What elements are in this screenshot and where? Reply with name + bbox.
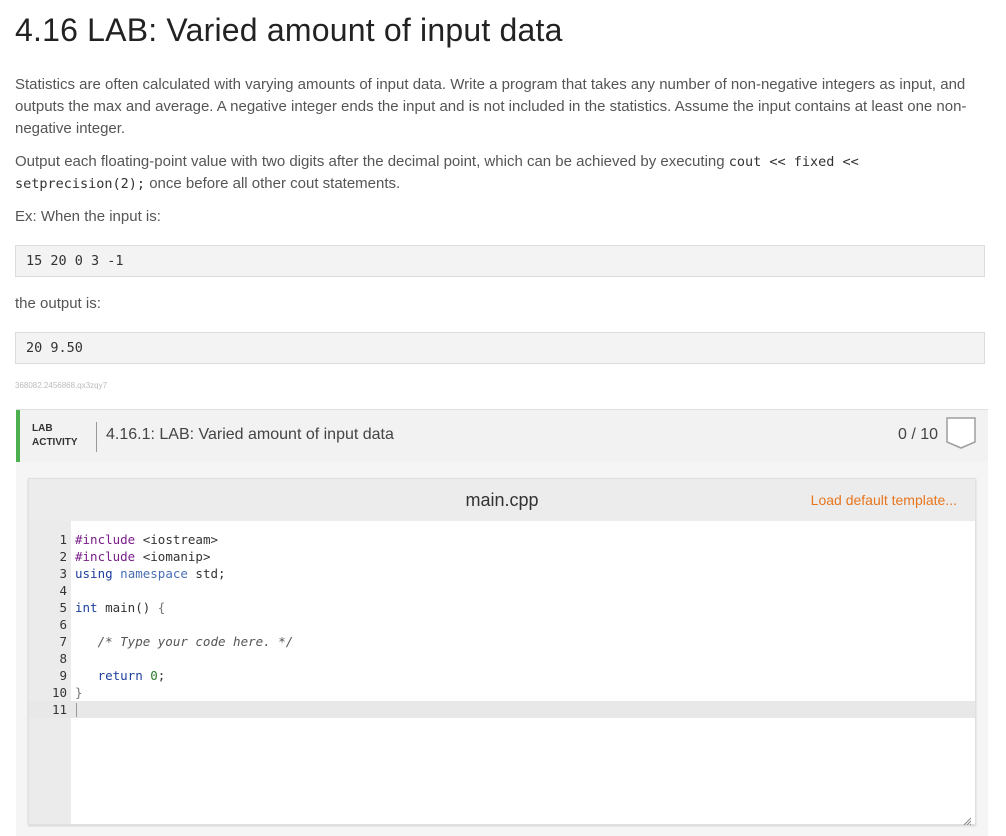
problem-description: Statistics are often calculated with var… <box>15 76 967 137</box>
code-editor[interactable]: main.cpp Load default template... 1 #incl… <box>28 478 976 826</box>
output-intro: the output is: <box>15 295 101 312</box>
code-text[interactable]: using namespace std; <box>75 565 226 582</box>
code-line-active[interactable]: 11 <box>29 701 975 718</box>
tracking-id: 368082.2456868.qx3zqy7 <box>15 381 108 390</box>
code-text[interactable]: #include <iomanip> <box>75 548 210 565</box>
line-number: 4 <box>59 583 67 598</box>
code-line[interactable]: 8 <box>29 650 975 667</box>
code-token: main() <box>97 600 158 615</box>
example-output-box: 20 9.50 <box>15 332 985 364</box>
lab-header: LAB ACTIVITY 4.16.1: LAB: Varied amount … <box>16 410 988 462</box>
lab-score: 0 / 10 <box>897 426 938 443</box>
code-lines[interactable]: 1 #include <iostream> 2 #include <iomanip>… <box>29 531 975 718</box>
lab-tag-line1: LAB <box>32 423 53 434</box>
example-input-box: 15 20 0 3 -1 <box>15 245 985 277</box>
lab-activity: LAB ACTIVITY 4.16.1: LAB: Varied amount … <box>16 409 988 836</box>
line-number: 3 <box>59 566 67 581</box>
text-cursor <box>76 703 77 717</box>
line-number: 5 <box>59 600 67 615</box>
line-number: 2 <box>59 549 67 564</box>
code-token: <iomanip> <box>135 549 211 564</box>
code-line[interactable]: 6 <box>29 616 975 633</box>
completion-badge-icon <box>945 416 977 450</box>
code-token: #include <box>75 549 136 564</box>
line-number: 11 <box>51 702 67 717</box>
code-token: std; <box>187 566 226 581</box>
code-line[interactable]: 5 int main() { <box>29 599 975 616</box>
lab-header-divider <box>96 422 97 452</box>
line-number: 6 <box>59 617 67 632</box>
code-token: return <box>75 668 151 683</box>
output-note-prefix: Output each floating-point value with tw… <box>15 153 729 170</box>
code-line[interactable]: 2 #include <iomanip> <box>29 548 975 565</box>
code-line[interactable]: 4 <box>29 582 975 599</box>
code-token: 0 <box>150 668 158 683</box>
page: 4.16 LAB: Varied amount of input data St… <box>0 0 1006 836</box>
code-line[interactable]: 7 /* Type your code here. */ <box>29 633 975 650</box>
lab-activity-tag: LAB ACTIVITY <box>32 422 78 450</box>
code-token: <iostream> <box>135 532 219 547</box>
code-token: #include <box>75 532 136 547</box>
code-token: { <box>157 600 166 615</box>
code-line[interactable]: 10} <box>29 684 975 701</box>
example-intro: Ex: When the input is: <box>15 208 161 225</box>
line-number: 10 <box>51 685 67 700</box>
code-text[interactable]: /* Type your code here. */ <box>75 633 294 650</box>
resize-handle-icon[interactable] <box>963 812 972 826</box>
load-default-template-link[interactable]: Load default template... <box>811 492 957 508</box>
line-number: 1 <box>59 532 67 547</box>
code-line[interactable]: 3 using namespace std; <box>29 565 975 582</box>
code-text[interactable]: #include <iostream> <box>75 531 218 548</box>
line-number: 9 <box>59 668 67 683</box>
output-note: Output each floating-point value with tw… <box>15 151 990 195</box>
code-token: namespace <box>112 566 188 581</box>
code-line[interactable]: 9 return 0; <box>29 667 975 684</box>
line-number: 7 <box>59 634 67 649</box>
editor-toolbar: main.cpp Load default template... <box>29 479 975 521</box>
line-number: 8 <box>59 651 67 666</box>
code-text[interactable]: int main() { <box>75 599 165 616</box>
output-note-suffix: once before all other cout statements. <box>145 175 401 192</box>
code-token: using <box>75 566 113 581</box>
output-note-code-2: setprecision(2); <box>15 176 146 192</box>
lab-tag-line2: ACTIVITY <box>32 437 78 448</box>
code-line[interactable]: 1 #include <iostream> <box>29 531 975 548</box>
code-token: ; <box>157 668 166 683</box>
output-note-code-1: cout << fixed << <box>728 154 859 170</box>
page-title: 4.16 LAB: Varied amount of input data <box>15 12 563 48</box>
lab-title: 4.16.1: LAB: Varied amount of input data <box>106 426 394 443</box>
code-text[interactable]: } <box>75 684 83 701</box>
code-token: int <box>75 600 98 615</box>
code-text[interactable]: return 0; <box>75 667 166 684</box>
